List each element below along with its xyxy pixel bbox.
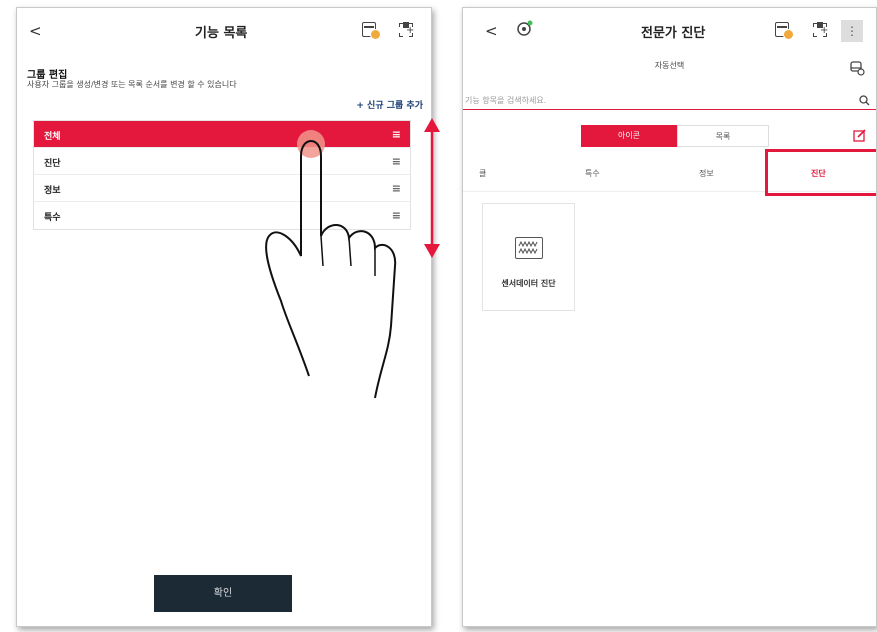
top-bar: < 전문가 진단 + ⋮ [463,8,876,52]
edit-icon[interactable] [853,129,866,142]
auto-select-label: 자동선택 [654,61,685,70]
back-button[interactable]: < [485,22,498,40]
search-input[interactable]: 기능 항목을 검색하세요. [463,92,876,110]
add-group-button[interactable]: + 신규 그룹 추가 [356,98,423,111]
sensor-data-icon [515,237,543,259]
confirm-button[interactable]: 확인 [154,575,292,612]
icon-view-toggle[interactable]: 아이콘 [581,125,677,147]
group-label: 진단 [44,159,61,169]
tab-info[interactable]: 정보 [699,168,714,179]
pointing-hand-icon [265,130,397,399]
tab-special[interactable]: 특수 [585,168,600,179]
page-title: 전문가 진단 [641,26,706,41]
expert-diagnosis-screen: < 전문가 진단 + ⋮ 자동선택 기능 항목을 검색하세요. 아이콘 목록 클… [462,7,877,627]
fullscreen-icon[interactable]: + [813,22,828,37]
search-placeholder: 기능 항목을 검색하세요. [465,96,547,105]
back-button[interactable]: < [29,22,42,40]
fullscreen-icon[interactable]: + [399,22,414,37]
function-list-screen: < 기능 목록 + 그룹 편집 사용자 그룹을 생성/변경 또는 목록 순서를 … [16,7,432,627]
drag-arrow-icon [424,118,440,258]
tab-highlight-box [765,149,876,196]
vci-connection-icon[interactable] [775,22,794,40]
group-label: 특수 [44,213,61,223]
tab-partial[interactable]: 클 [479,168,486,179]
search-icon[interactable] [859,95,870,106]
more-menu-button[interactable]: ⋮ [841,20,863,42]
diagnostic-status-icon[interactable] [515,20,533,38]
group-label: 정보 [44,186,61,196]
tile-label: 센서데이터 진단 [501,279,556,288]
group-label: 전체 [44,132,61,142]
vci-connection-icon[interactable] [362,22,381,40]
sensor-data-diagnosis-tile[interactable]: 센서데이터 진단 [482,203,575,311]
list-view-toggle[interactable]: 목록 [677,125,769,147]
page-title: 기능 목록 [195,26,248,41]
section-description: 사용자 그룹을 생성/변경 또는 목록 순서를 변경 할 수 있습니다 [27,80,237,89]
top-bar: < 기능 목록 + [17,8,431,52]
car-settings-icon[interactable] [849,60,865,76]
